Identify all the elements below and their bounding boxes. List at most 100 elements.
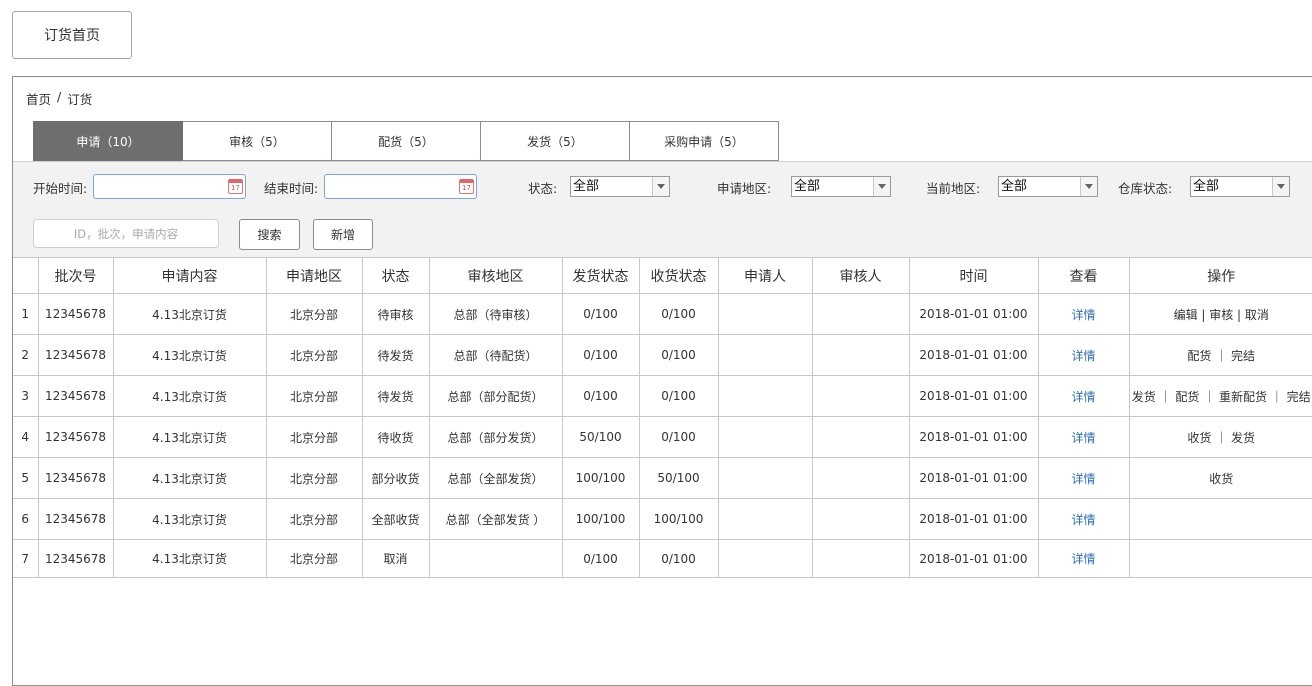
operations-cell[interactable]: 收货 ｜ 发货	[1128, 416, 1312, 458]
column-header-auditor: 审核人	[811, 257, 910, 294]
cell-applicant	[717, 293, 813, 335]
cell-apply-content: 4.13北京订货	[112, 457, 267, 499]
operations-cell	[1128, 539, 1312, 578]
cell-ship-status: 50/100	[561, 416, 640, 458]
cell-applicant	[717, 416, 813, 458]
end-time-input[interactable]: 17	[324, 174, 477, 199]
warehouse-status-select-value: 全部	[1193, 179, 1220, 194]
tab-purchase-apply[interactable]: 采购申请（5）	[630, 121, 779, 161]
table-row: 2 12345678 4.13北京订货 北京分部 待发货 总部（待配货） 0/100 0/10…	[13, 334, 1312, 376]
cell-time: 2018-01-01 01:00	[908, 457, 1039, 499]
operations-cell[interactable]: 编辑 | 审核 | 取消	[1128, 293, 1312, 335]
search-button[interactable]: 搜索	[239, 219, 300, 250]
tab-bar: 申请（10） 审核（5） 配货（5） 发货（5） 采购申请（5）	[33, 121, 779, 161]
current-region-select[interactable]: 全部	[998, 176, 1098, 197]
apply-region-select-value: 全部	[794, 179, 821, 194]
cell-time: 2018-01-01 01:00	[908, 375, 1039, 417]
cell-index: 3	[13, 375, 39, 417]
cell-status: 待发货	[361, 375, 430, 417]
cell-audit-region: 总部（部分配货）	[428, 375, 563, 417]
apply-region-select[interactable]: 全部	[791, 176, 891, 197]
chevron-down-icon[interactable]	[1080, 177, 1097, 196]
cell-apply-region: 北京分部	[265, 457, 363, 499]
tab-ship[interactable]: 发货（5）	[481, 121, 630, 161]
cell-apply-content: 4.13北京订货	[112, 539, 267, 578]
calendar-icon[interactable]: 17	[459, 179, 474, 194]
cell-index: 4	[13, 416, 39, 458]
cell-apply-content: 4.13北京订货	[112, 375, 267, 417]
main-panel: 首页 / 订货 申请（10） 审核（5） 配货（5） 发货（5） 采购申请（5）…	[12, 76, 1312, 686]
tab-apply[interactable]: 申请（10）	[33, 121, 183, 161]
cell-time: 2018-01-01 01:00	[908, 416, 1039, 458]
cell-auditor	[811, 498, 910, 540]
breadcrumb-home[interactable]: 首页	[26, 89, 51, 108]
detail-link[interactable]: 详情	[1037, 539, 1130, 578]
cell-apply-region: 北京分部	[265, 375, 363, 417]
cell-batch-no: 12345678	[37, 539, 114, 578]
cell-status: 待发货	[361, 334, 430, 376]
column-header-receive-status: 收货状态	[638, 257, 719, 294]
breadcrumb-current: 订货	[67, 92, 93, 107]
tab-audit[interactable]: 审核（5）	[183, 121, 332, 161]
start-time-label: 开始时间:	[33, 181, 88, 196]
column-header-operations: 操作	[1128, 257, 1312, 294]
operations-cell[interactable]: 收货	[1128, 457, 1312, 499]
status-label: 状态:	[528, 181, 558, 196]
chevron-down-icon[interactable]	[1272, 177, 1289, 196]
home-button[interactable]: 订货首页	[12, 11, 132, 59]
cell-batch-no: 12345678	[37, 457, 114, 499]
cell-ship-status: 100/100	[561, 498, 640, 540]
column-header-batch-no: 批次号	[37, 257, 114, 294]
table-row: 5 12345678 4.13北京订货 北京分部 部分收货 总部（全部发货） 100/100…	[13, 457, 1312, 499]
detail-link[interactable]: 详情	[1037, 416, 1130, 458]
cell-receive-status: 0/100	[638, 539, 719, 578]
detail-link[interactable]: 详情	[1037, 334, 1130, 376]
current-region-select-value: 全部	[1001, 179, 1028, 194]
order-table: 批次号 申请内容 申请地区 状态 审核地区 发货状态 收货状态 申请人 审核人 时间 查看 操作 11…	[13, 257, 1312, 578]
filter-area: 开始时间: 17 结束时间: 17 状态: 全部 申请地区: 全部 当前地区: …	[13, 161, 1312, 257]
operations-cell[interactable]: 发货 ｜ 配货 ｜ 重新配货 ｜ 完结	[1128, 375, 1312, 417]
cell-apply-region: 北京分部	[265, 293, 363, 335]
table-row: 6 12345678 4.13北京订货 北京分部 全部收货 总部（全部发货 ） 100/10…	[13, 498, 1312, 540]
cell-auditor	[811, 539, 910, 578]
cell-status: 取消	[361, 539, 430, 578]
detail-link[interactable]: 详情	[1037, 457, 1130, 499]
calendar-icon[interactable]: 17	[228, 179, 243, 194]
cell-ship-status: 100/100	[561, 457, 640, 499]
cell-index: 5	[13, 457, 39, 499]
chevron-down-icon[interactable]	[652, 177, 669, 196]
warehouse-status-select[interactable]: 全部	[1190, 176, 1290, 197]
detail-link[interactable]: 详情	[1037, 498, 1130, 540]
cell-batch-no: 12345678	[37, 293, 114, 335]
cell-time: 2018-01-01 01:00	[908, 293, 1039, 335]
cell-apply-content: 4.13北京订货	[112, 334, 267, 376]
cell-batch-no: 12345678	[37, 416, 114, 458]
detail-link[interactable]: 详情	[1037, 293, 1130, 335]
status-select[interactable]: 全部	[570, 176, 670, 197]
cell-receive-status: 50/100	[638, 457, 719, 499]
cell-status: 待收货	[361, 416, 430, 458]
start-time-input[interactable]: 17	[93, 174, 246, 199]
add-button[interactable]: 新增	[313, 219, 373, 250]
tab-distribute[interactable]: 配货（5）	[332, 121, 481, 161]
cell-ship-status: 0/100	[561, 539, 640, 578]
cell-auditor	[811, 293, 910, 335]
table-row: 3 12345678 4.13北京订货 北京分部 待发货 总部（部分配货） 0/100 0/1…	[13, 375, 1312, 417]
cell-audit-region: 总部（全部发货 ）	[428, 498, 563, 540]
cell-index: 6	[13, 498, 39, 540]
column-header-view: 查看	[1037, 257, 1130, 294]
cell-index: 1	[13, 293, 39, 335]
cell-apply-region: 北京分部	[265, 498, 363, 540]
cell-audit-region: 总部（待审核）	[428, 293, 563, 335]
cell-applicant	[717, 457, 813, 499]
detail-link[interactable]: 详情	[1037, 375, 1130, 417]
cell-index: 7	[13, 539, 39, 578]
operations-cell[interactable]: 配货 ｜ 完结	[1128, 334, 1312, 376]
cell-auditor	[811, 416, 910, 458]
cell-status: 待审核	[361, 293, 430, 335]
cell-time: 2018-01-01 01:00	[908, 498, 1039, 540]
table-row: 7 12345678 4.13北京订货 北京分部 取消 0/100 0/100 2018-01…	[13, 539, 1312, 578]
cell-audit-region	[428, 539, 563, 578]
chevron-down-icon[interactable]	[873, 177, 890, 196]
search-input[interactable]: ID，批次，申请内容	[33, 219, 219, 248]
